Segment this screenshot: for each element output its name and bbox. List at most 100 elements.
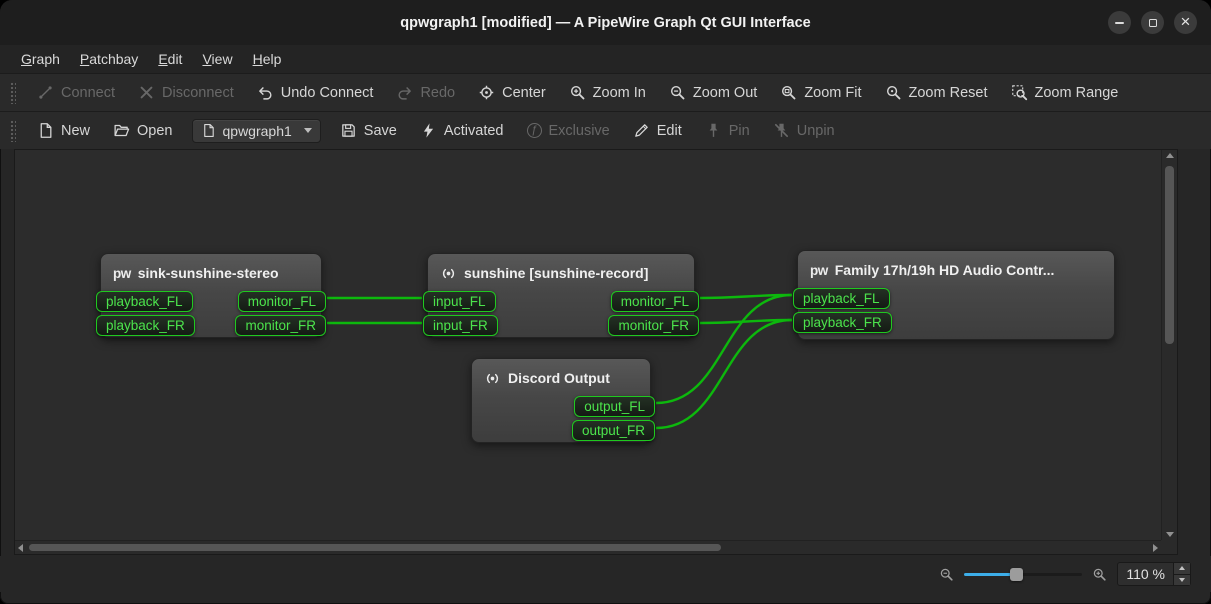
center-button[interactable]: Center xyxy=(474,80,550,105)
toolbar-drag-handle[interactable] xyxy=(10,82,16,104)
port-playback-fr[interactable]: playback_FR xyxy=(96,315,195,336)
exclusive-icon xyxy=(527,123,542,138)
menu-graph[interactable]: Graph xyxy=(12,48,69,70)
node-discord-output[interactable]: Discord Output output_FL output_FR xyxy=(471,358,651,443)
port-monitor-fl[interactable]: monitor_FL xyxy=(238,291,326,312)
node-sunshine-record[interactable]: sunshine [sunshine-record] input_FL moni… xyxy=(427,253,695,338)
port-monitor-fr[interactable]: monitor_FR xyxy=(235,315,326,336)
open-button[interactable]: Open xyxy=(109,118,176,143)
undo-connect-button[interactable]: Undo Connect xyxy=(253,80,378,105)
zoom-reset-icon xyxy=(885,84,902,101)
menubar: Graph Patchbay Edit View Help xyxy=(0,45,1211,73)
horizontal-scrollbar[interactable] xyxy=(15,540,1161,554)
unpin-button[interactable]: Unpin xyxy=(769,118,839,143)
titlebar[interactable]: qpwgraph1 [modified] — A PipeWire Graph … xyxy=(0,0,1211,45)
vertical-scrollbar[interactable] xyxy=(1161,150,1177,540)
zoom-spinbox[interactable]: 110 % xyxy=(1117,562,1191,586)
zoom-in-icon[interactable] xyxy=(1092,567,1107,582)
zoom-range-button[interactable]: Zoom Range xyxy=(1007,80,1123,105)
node-title: Family 17h/19h HD Audio Contr... xyxy=(835,262,1055,278)
menu-edit[interactable]: Edit xyxy=(149,48,191,70)
zoom-in-label: Zoom In xyxy=(593,85,646,101)
vertical-scroll-thumb[interactable] xyxy=(1165,166,1174,344)
node-family-hd-audio[interactable]: Family 17h/19h HD Audio Contr... playbac… xyxy=(797,250,1115,340)
node-sink-sunshine-stereo[interactable]: sink-sunshine-stereo playback_FL monitor… xyxy=(100,253,322,338)
zoom-range-label: Zoom Range xyxy=(1035,85,1119,101)
zoom-out-label: Zoom Out xyxy=(693,85,757,101)
port-output-fl[interactable]: output_FL xyxy=(574,396,655,417)
spin-arrows xyxy=(1173,563,1190,585)
zoom-in-icon xyxy=(569,84,586,101)
zoom-out-button[interactable]: Zoom Out xyxy=(665,80,761,105)
undo-icon xyxy=(257,84,274,101)
disconnect-button[interactable]: Disconnect xyxy=(134,80,238,105)
patchbay-file-icon xyxy=(201,123,216,138)
toolbar-drag-handle[interactable] xyxy=(10,120,16,142)
center-icon xyxy=(478,84,495,101)
close-button[interactable]: × xyxy=(1174,11,1197,34)
exclusive-toggle[interactable]: Exclusive xyxy=(523,119,614,143)
activated-toggle[interactable]: Activated xyxy=(416,118,508,143)
patchbay-combo[interactable]: qpwgraph1 xyxy=(192,119,321,143)
port-output-fr[interactable]: output_FR xyxy=(572,420,655,441)
center-label: Center xyxy=(502,85,546,101)
horizontal-scroll-thumb[interactable] xyxy=(29,544,721,551)
node-title: sink-sunshine-stereo xyxy=(138,265,279,281)
zoom-decrement-button[interactable] xyxy=(1174,574,1190,586)
arrow-down-icon xyxy=(1166,532,1174,537)
scroll-left-button[interactable] xyxy=(18,544,23,552)
node-header: sunshine [sunshine-record] xyxy=(428,254,694,288)
port-monitor-fl[interactable]: monitor_FL xyxy=(611,291,699,312)
pin-button[interactable]: Pin xyxy=(701,118,754,143)
unpin-icon xyxy=(773,122,790,139)
maximize-icon xyxy=(1149,19,1157,27)
port-input-fr[interactable]: input_FR xyxy=(423,315,498,336)
zoom-slider[interactable] xyxy=(964,566,1082,583)
connect-button[interactable]: Connect xyxy=(33,80,119,105)
statusbar: 110 % xyxy=(0,556,1211,592)
redo-button[interactable]: Redo xyxy=(392,80,459,105)
exclusive-label: Exclusive xyxy=(549,123,610,139)
connection-wires xyxy=(15,150,1161,540)
scroll-down-button[interactable] xyxy=(1166,532,1174,537)
menu-help[interactable]: Help xyxy=(244,48,291,70)
graph-canvas[interactable]: sink-sunshine-stereo playback_FL monitor… xyxy=(15,150,1161,540)
port-playback-fl[interactable]: playback_FL xyxy=(793,288,890,309)
node-header: sink-sunshine-stereo xyxy=(101,254,321,288)
zoom-out-icon[interactable] xyxy=(939,567,954,582)
port-monitor-fr[interactable]: monitor_FR xyxy=(608,315,699,336)
lightning-icon xyxy=(420,122,437,139)
record-icon xyxy=(440,265,457,282)
scroll-right-button[interactable] xyxy=(1153,544,1158,552)
pencil-icon xyxy=(633,122,650,139)
zoom-increment-button[interactable] xyxy=(1174,563,1190,574)
undo-connect-label: Undo Connect xyxy=(281,85,374,101)
maximize-button[interactable] xyxy=(1141,11,1164,34)
slider-fill xyxy=(964,573,1014,576)
port-playback-fl[interactable]: playback_FL xyxy=(96,291,193,312)
port-playback-fr[interactable]: playback_FR xyxy=(793,312,892,333)
save-button[interactable]: Save xyxy=(336,118,401,143)
zoom-reset-button[interactable]: Zoom Reset xyxy=(881,80,992,105)
slider-handle[interactable] xyxy=(1010,568,1023,581)
zoom-in-button[interactable]: Zoom In xyxy=(565,80,650,105)
minimize-button[interactable] xyxy=(1108,11,1131,34)
arrow-up-icon xyxy=(1179,566,1185,570)
pipewire-icon xyxy=(113,266,131,281)
chevron-down-icon xyxy=(304,128,312,133)
zoom-range-icon xyxy=(1011,84,1028,101)
edit-toggle[interactable]: Edit xyxy=(629,118,686,143)
zoom-out-icon xyxy=(669,84,686,101)
menu-patchbay[interactable]: Patchbay xyxy=(71,48,147,70)
pin-icon xyxy=(705,122,722,139)
menu-view[interactable]: View xyxy=(193,48,241,70)
new-button[interactable]: New xyxy=(33,118,94,143)
zoom-fit-button[interactable]: Zoom Fit xyxy=(776,80,865,105)
edit-label: Edit xyxy=(657,123,682,139)
port-input-fl[interactable]: input_FL xyxy=(423,291,496,312)
activated-label: Activated xyxy=(444,123,504,139)
scroll-up-button[interactable] xyxy=(1166,153,1174,158)
disconnect-icon xyxy=(138,84,155,101)
unpin-label: Unpin xyxy=(797,123,835,139)
patchbay-combo-value: qpwgraph1 xyxy=(223,123,292,139)
